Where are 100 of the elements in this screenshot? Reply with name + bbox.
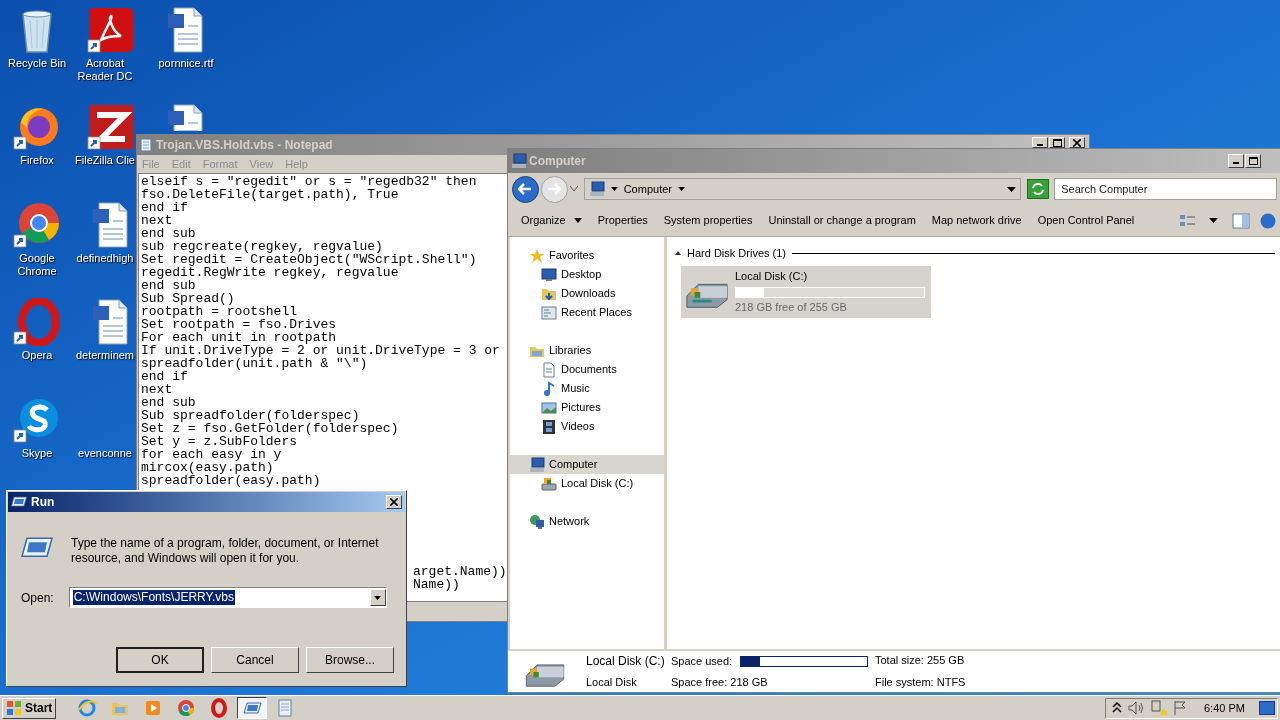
address-text: Computer — [623, 181, 672, 197]
monitor-icon[interactable] — [541, 266, 557, 283]
code-line: end sub — [141, 227, 196, 240]
refresh-icon — [1031, 183, 1046, 195]
run-icon — [21, 536, 53, 559]
dialog-button[interactable]: OK — [116, 647, 204, 673]
ring-logo-icon[interactable] — [13, 298, 61, 346]
nav-item[interactable]: Computer — [510, 455, 664, 474]
computer-icon[interactable] — [529, 456, 545, 473]
nav-item[interactable]: Recent Places — [510, 303, 664, 322]
caret-icon — [573, 218, 582, 223]
film-icon[interactable] — [541, 418, 557, 435]
help-icon[interactable] — [1260, 212, 1276, 229]
dialog-button[interactable]: Browse... — [306, 647, 394, 673]
desktop-icon-label: Firefox — [19, 154, 55, 167]
maximize-icon — [1248, 157, 1258, 165]
caret-icon[interactable] — [610, 187, 618, 191]
toolbar-button[interactable]: Uninstall or change a program — [761, 208, 923, 233]
desktop-icon-label: Google Chrome — [16, 252, 58, 278]
code-line: Set z = fso.GetFolder(folderspec) — [141, 422, 399, 435]
dropdown-icon[interactable] — [1007, 186, 1017, 192]
desktop-icon-label: Skype — [20, 447, 54, 460]
minimize-icon — [1037, 143, 1043, 146]
toolbar-button[interactable]: Open Control Panel — [1030, 208, 1142, 233]
group-header[interactable]: Hard Disk Drives (1) — [687, 245, 786, 262]
open-combo-box[interactable]: C:\Windows\Fonts\JERRY.vbs — [68, 587, 387, 608]
nav-item[interactable]: Videos — [510, 417, 664, 436]
code-line: Sub spreadfolder(folderspec) — [141, 409, 360, 422]
run-prompt: Type the name of a program, folder, document, or Internet resource, and Windows will open it for you. — [71, 536, 380, 566]
code-line: spreadfolder(easy.path) — [141, 474, 321, 487]
code-line: end if — [141, 201, 188, 214]
toolbar-button[interactable]: Map network drive — [924, 208, 1029, 233]
detail-value: Space free: 218 GB — [671, 675, 769, 691]
drive-tile[interactable]: Local Disk (C:) 218 GB free of 255 GB — [681, 265, 931, 318]
code-line: sub regcreate(regkey, regvalue) — [141, 240, 383, 253]
drive-icon[interactable] — [541, 475, 557, 492]
minimize-button[interactable] — [1032, 137, 1048, 148]
dialog-button[interactable]: Cancel — [211, 647, 299, 673]
code-line: fso.DeleteFile(target.path), True — [141, 188, 399, 201]
back-button[interactable] — [512, 175, 539, 203]
code-line: regedit.RegWrite regkey, regvalue — [141, 266, 399, 279]
close-button[interactable] — [386, 495, 402, 509]
code-line: mircox(easy.path) — [141, 461, 274, 474]
refresh-button[interactable] — [1027, 179, 1050, 199]
minimize-button[interactable] — [1228, 154, 1244, 168]
caret-icon — [374, 595, 382, 600]
maximize-button[interactable] — [1049, 137, 1065, 148]
open-label: Open: — [21, 589, 54, 607]
maximize-button[interactable] — [1245, 154, 1261, 168]
pdf-app-icon[interactable] — [87, 6, 135, 54]
code-line: for each easy in y — [141, 448, 282, 461]
star-icon[interactable] — [529, 247, 545, 264]
taskbar-button[interactable] — [237, 697, 268, 719]
ring-logo-icon — [209, 698, 230, 718]
desktop-icon-label: Acrobat Reader DC — [76, 57, 134, 83]
desktop-icon-label: determinem — [75, 349, 135, 362]
caret-icon[interactable] — [1209, 218, 1218, 223]
nav-item[interactable]: Documents — [510, 360, 664, 379]
striped-app-icon[interactable] — [87, 103, 135, 151]
nav-item[interactable]: Music — [510, 379, 664, 398]
arrow-left-icon — [518, 183, 533, 195]
collapse-icon[interactable] — [675, 251, 681, 256]
search-field[interactable]: Search Computer — [1054, 178, 1277, 200]
toolbar-button[interactable]: System properties — [656, 208, 760, 233]
detail-label: Space used: — [671, 654, 733, 669]
code-line: next — [141, 214, 173, 227]
picture-icon[interactable] — [541, 399, 557, 416]
nav-item[interactable]: Network — [510, 512, 664, 531]
nav-item[interactable]: Desktop — [510, 265, 664, 284]
caret-icon[interactable] — [677, 187, 685, 191]
desktop-icon-label: FileZilla Clie — [75, 154, 135, 167]
music-note-icon[interactable] — [541, 380, 557, 397]
dropdown-button[interactable] — [369, 589, 386, 606]
computer-icon — [588, 181, 605, 197]
nav-item[interactable]: Libraries — [510, 341, 664, 360]
detail-value: File system: NTFS — [875, 675, 967, 691]
address-bar[interactable]: Computer — [583, 178, 1022, 200]
nav-item[interactable]: Favorites — [510, 246, 664, 265]
close-button[interactable] — [1069, 137, 1085, 148]
combo-value: C:\Windows\Fonts\JERRY.vbs — [72, 590, 235, 605]
drive-free-space: 218 GB free of 255 GB — [735, 299, 848, 315]
cloud-logo-icon[interactable] — [13, 396, 61, 444]
nav-item[interactable]: Local Disk (C:) — [510, 474, 664, 493]
network-icon[interactable] — [529, 513, 545, 530]
nav-item[interactable]: Pictures — [510, 398, 664, 417]
code-line: Set rootpath = fso.Drives — [141, 318, 337, 331]
window-title: Trojan.VBS.Hold.vbs - Notepad — [156, 137, 334, 154]
chevron-up-icon[interactable] — [1112, 702, 1122, 714]
drive-name: Local Disk (C:) — [735, 269, 809, 284]
clock[interactable]: 6:40 PM — [1204, 699, 1245, 717]
wheel-logo-icon[interactable] — [13, 201, 61, 249]
desktop-icon-label: Recycle Bin — [6, 57, 68, 70]
nav-item[interactable]: Downloads — [510, 284, 664, 303]
toolbar-button[interactable]: Organize — [514, 208, 589, 233]
code-line: Name)) — [413, 578, 460, 591]
speaker-icon[interactable] — [1127, 700, 1145, 716]
start-button[interactable]: Start — [2, 697, 57, 719]
arrow-right-icon — [547, 183, 562, 195]
minimize-icon — [1233, 162, 1239, 164]
toolbar-button[interactable]: Properties — [590, 208, 655, 233]
